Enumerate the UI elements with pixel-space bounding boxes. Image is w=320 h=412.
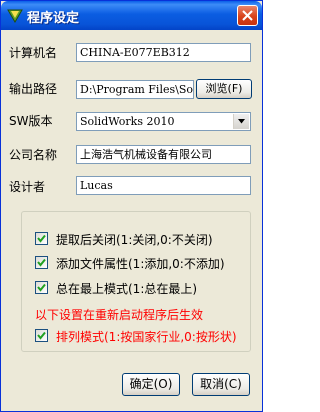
option-label: 提取后关闭(1:关闭,0:不关闭) <box>56 233 213 247</box>
checkbox[interactable] <box>35 329 48 342</box>
checkmark-icon <box>37 234 46 243</box>
checkmark-icon <box>37 258 46 267</box>
designer-field[interactable]: Lucas <box>76 176 251 195</box>
checkbox[interactable] <box>35 256 48 269</box>
option-label: 排列模式(1:按国家行业,0:按形状) <box>56 330 237 344</box>
checkbox[interactable] <box>35 281 48 294</box>
sw-version-select[interactable]: SolidWorks 2010 <box>76 112 251 131</box>
checkbox[interactable] <box>35 232 48 245</box>
option-label: 添加文件属性(1:添加,0:不添加) <box>56 257 225 271</box>
checkmark-icon <box>37 331 46 340</box>
sw-version-label: SW版本 <box>9 114 53 128</box>
cancel-button[interactable]: 取消(C) <box>192 373 250 396</box>
chevron-down-icon <box>238 119 245 124</box>
restart-note: 以下设置在重新启动程序后生效 <box>35 308 204 322</box>
sw-version-value: SolidWorks 2010 <box>80 115 175 128</box>
designer-label: 设计者 <box>9 180 46 194</box>
title-bar[interactable]: 程序设定 <box>1 1 262 30</box>
company-field[interactable]: 上海浩气机械设备有限公司 <box>76 145 251 164</box>
computer-name-label: 计算机名 <box>9 46 58 60</box>
output-path-label: 输出路径 <box>9 82 58 96</box>
company-label: 公司名称 <box>9 148 58 162</box>
ok-button[interactable]: 确定(O) <box>122 373 180 396</box>
output-path-field[interactable]: D:\Program Files\SolidWorks <box>76 80 194 99</box>
settings-dialog: 程序设定 计算机名 CHINA-E077EB312 输出路径 D:\Progra… <box>0 0 263 412</box>
close-icon <box>242 10 253 21</box>
checkmark-icon <box>37 283 46 292</box>
browse-button[interactable]: 浏览(F) <box>196 79 252 99</box>
option-label: 总在最上模式(1:总在最上) <box>56 282 198 296</box>
computer-name-field[interactable]: CHINA-E077EB312 <box>76 43 251 62</box>
app-icon <box>7 9 23 23</box>
dropdown-arrow[interactable] <box>233 114 249 129</box>
close-button[interactable] <box>237 5 258 26</box>
window-title: 程序设定 <box>27 11 80 26</box>
